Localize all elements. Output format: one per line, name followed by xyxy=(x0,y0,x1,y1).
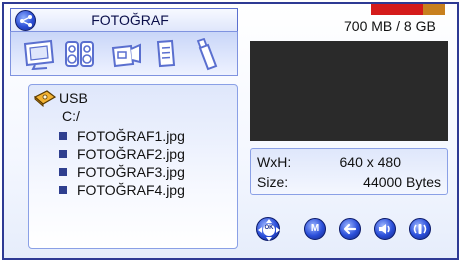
dimensions-label: WxH: xyxy=(257,154,292,170)
ok-navigation-button[interactable]: OK xyxy=(256,217,280,241)
speaker-icon xyxy=(379,224,390,234)
wireless-button[interactable] xyxy=(409,218,431,240)
usb-stick-icon[interactable] xyxy=(189,37,219,77)
usb-drive-icon xyxy=(33,89,57,112)
broadcast-icon xyxy=(413,224,427,234)
file-bullet-icon xyxy=(59,168,67,176)
share-icon xyxy=(20,15,32,27)
device-label[interactable]: USB xyxy=(59,90,88,106)
video-camera-icon[interactable] xyxy=(107,38,143,75)
ok-label: OK xyxy=(264,225,274,231)
share-button[interactable] xyxy=(15,10,36,31)
file-name: FOTOĞRAF1.jpg xyxy=(77,128,185,144)
file-name: FOTOĞRAF2.jpg xyxy=(77,146,185,162)
app-window: FOTOĞRAF USB C:/ FOTOĞRAF1.jpg FOTOĞRAF2… xyxy=(2,2,459,260)
storage-capacity-text: 700 MB / 8 GB xyxy=(344,18,436,34)
file-bullet-icon xyxy=(59,132,67,140)
file-name: FOTOĞRAF3.jpg xyxy=(77,164,185,180)
photo-frame-icon[interactable] xyxy=(21,38,57,75)
media-type-bar xyxy=(10,31,238,76)
back-arrow-icon xyxy=(343,223,357,235)
file-size-value: 44000 Bytes xyxy=(363,174,441,190)
volume-button[interactable] xyxy=(374,218,396,240)
file-bullet-icon xyxy=(59,186,67,194)
file-bullet-icon xyxy=(59,150,67,158)
current-path: C:/ xyxy=(62,108,80,124)
file-size-label: Size: xyxy=(257,174,289,190)
menu-label: M xyxy=(310,223,320,234)
file-name: FOTOĞRAF4.jpg xyxy=(77,182,185,198)
title-bar: FOTOĞRAF xyxy=(10,8,238,32)
storage-bar-end xyxy=(423,4,445,15)
storage-used-fill xyxy=(371,4,423,15)
file-browser: USB C:/ FOTOĞRAF1.jpg FOTOĞRAF2.jpg FOTO… xyxy=(28,84,238,249)
page-title: FOTOĞRAF xyxy=(91,12,169,28)
back-button[interactable] xyxy=(339,218,361,240)
speakers-icon[interactable] xyxy=(63,38,97,75)
menu-button[interactable]: M xyxy=(304,218,326,240)
storage-capacity-bar xyxy=(371,4,445,15)
image-info-panel: WxH: 640 x 480 Size: 44000 Bytes xyxy=(250,148,448,195)
image-preview xyxy=(250,41,448,141)
document-icon[interactable] xyxy=(151,38,181,75)
dimensions-value: 640 x 480 xyxy=(339,154,402,170)
